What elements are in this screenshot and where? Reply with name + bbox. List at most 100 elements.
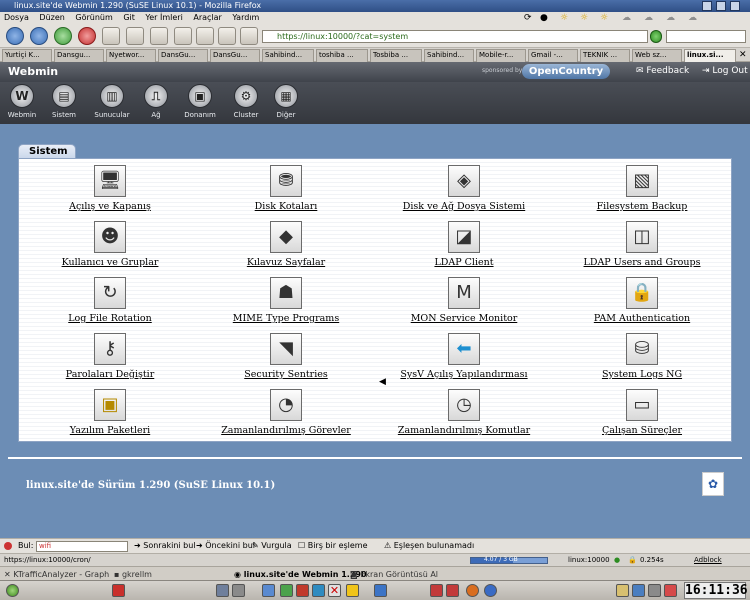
- adblock-button[interactable]: Adblock: [694, 554, 722, 566]
- module-label[interactable]: Açılış ve Kapanış: [69, 201, 151, 212]
- volume-icon[interactable]: [648, 584, 661, 597]
- find-next-button[interactable]: ➜ Sonrakini bul: [134, 539, 196, 553]
- module-label[interactable]: Disk Kotaları: [255, 201, 318, 212]
- category-others[interactable]: ▦ Diğer: [266, 84, 306, 119]
- module-label[interactable]: MIME Type Programs: [233, 313, 339, 324]
- match-case-checkbox[interactable]: ☐ Birş bir eşleme: [298, 539, 368, 553]
- module-label[interactable]: System Logs NG: [602, 369, 682, 380]
- printer-icon[interactable]: [216, 584, 229, 597]
- module-label[interactable]: Kullanıcı ve Gruplar: [62, 257, 159, 268]
- module-pam-auth[interactable]: 🔒 PAM Authentication: [557, 277, 727, 324]
- firefox-launcher-icon[interactable]: [466, 584, 479, 597]
- module-label[interactable]: PAM Authentication: [594, 313, 690, 324]
- weather-cloud-icon-3[interactable]: ☁: [666, 12, 675, 24]
- menu-help[interactable]: Yardım: [232, 13, 259, 22]
- tab-3[interactable]: Nyetwor...: [106, 49, 156, 62]
- desktop-2-icon[interactable]: [446, 584, 459, 597]
- x-close-icon[interactable]: ✕: [328, 584, 341, 597]
- tools-button[interactable]: [218, 27, 236, 45]
- module-running-processes[interactable]: ▭ Çalışan Süreçler: [557, 389, 727, 436]
- back-button[interactable]: [6, 27, 24, 45]
- module-label[interactable]: Yazılım Paketleri: [70, 425, 150, 436]
- maximize-button[interactable]: [716, 1, 726, 11]
- menu-view[interactable]: Görünüm: [75, 13, 112, 22]
- module-ldap-users[interactable]: ◫ LDAP Users and Groups: [557, 221, 727, 268]
- module-label[interactable]: Kılavuz Sayfalar: [247, 257, 325, 268]
- category-system[interactable]: ▤ Sistem: [44, 84, 84, 119]
- tab-2[interactable]: Dansgu...: [54, 49, 104, 62]
- update-icon[interactable]: [664, 584, 677, 597]
- tab-9[interactable]: Sahibind...: [424, 49, 474, 62]
- terminal-icon[interactable]: [374, 584, 387, 597]
- weather-sun-icon-3[interactable]: ☼: [600, 12, 608, 24]
- module-label[interactable]: SysV Açılış Yapılandırması: [400, 369, 527, 380]
- taskbar-list-icon[interactable]: [262, 584, 275, 597]
- tab-11[interactable]: Gmail -...: [528, 49, 578, 62]
- module-man-pages[interactable]: ◆ Kılavuz Sayfalar: [201, 221, 371, 268]
- category-network[interactable]: ⎍ Ağ: [136, 84, 176, 119]
- module-mon-monitor[interactable]: M MON Service Monitor: [379, 277, 549, 324]
- task-gkrellm[interactable]: ▪ gkrellm: [110, 568, 152, 580]
- category-cluster[interactable]: ⚙ Cluster: [226, 84, 266, 119]
- tab-7[interactable]: toshiba ...: [316, 49, 368, 62]
- go-button[interactable]: [650, 30, 662, 43]
- weather-cloud-icon-2[interactable]: ☁: [644, 12, 653, 24]
- stop-button[interactable]: [78, 27, 96, 45]
- module-label[interactable]: Çalışan Süreçler: [602, 425, 682, 436]
- minimize-button[interactable]: [702, 1, 712, 11]
- tab-13[interactable]: Web sz...: [632, 49, 682, 62]
- task-ktraffic[interactable]: ✕ KTrafficAnalyzer - Graph: [0, 568, 109, 580]
- module-label[interactable]: Security Sentries: [244, 369, 328, 380]
- close-tab-icon[interactable]: ✕: [739, 50, 747, 60]
- module-mime-types[interactable]: ☗ MIME Type Programs: [201, 277, 371, 324]
- print-button[interactable]: [174, 27, 192, 45]
- feedback-link[interactable]: ✉ Feedback: [636, 66, 689, 76]
- module-label[interactable]: Log File Rotation: [68, 313, 152, 324]
- reload-button[interactable]: [54, 27, 72, 45]
- mail-button[interactable]: [196, 27, 214, 45]
- opencountry-logo[interactable]: OpenCountry: [522, 64, 610, 79]
- module-label[interactable]: LDAP Client: [434, 257, 493, 268]
- task-screenshot[interactable]: ◙ Ekran Görüntüsü Al: [346, 568, 438, 580]
- weather-cloud-icon-4[interactable]: ☁: [688, 12, 697, 24]
- module-bootup[interactable]: 🖥 Açılış ve Kapanış: [25, 165, 195, 212]
- thunderbird-icon[interactable]: [484, 584, 497, 597]
- menu-go[interactable]: Git: [123, 13, 135, 22]
- module-security-sentries[interactable]: ◥ Security Sentries: [201, 333, 371, 380]
- edit-button[interactable]: [240, 27, 258, 45]
- find-previous-button[interactable]: ➜ Öncekini bul: [196, 539, 255, 553]
- tab-10[interactable]: Mobile-r...: [476, 49, 526, 62]
- clipboard-icon[interactable]: [616, 584, 629, 597]
- calendar-icon[interactable]: [280, 584, 293, 597]
- close-find-icon[interactable]: [4, 542, 12, 550]
- category-webmin[interactable]: W Webmin: [2, 84, 42, 119]
- media-icon[interactable]: [296, 584, 309, 597]
- extensions-button[interactable]: [150, 27, 168, 45]
- category-hardware[interactable]: ▣ Donanım: [180, 84, 220, 119]
- logout-link[interactable]: ⇥ Log Out: [702, 66, 748, 76]
- module-label[interactable]: LDAP Users and Groups: [584, 257, 701, 268]
- module-sysv-init[interactable]: ⬅ SysV Açılış Yapılandırması: [379, 333, 549, 380]
- desktop-1-icon[interactable]: [430, 584, 443, 597]
- tab-5[interactable]: DansGu...: [210, 49, 260, 62]
- tab-12[interactable]: TEKNIK ...: [580, 49, 630, 62]
- menu-bookmarks[interactable]: Yer İmleri: [145, 13, 182, 22]
- find-input[interactable]: wifi: [36, 541, 128, 552]
- tab-8[interactable]: Tosbiba ...: [370, 49, 422, 62]
- pidgin-icon[interactable]: [346, 584, 359, 597]
- module-system-logs-ng[interactable]: ⛁ System Logs NG: [557, 333, 727, 380]
- module-label[interactable]: MON Service Monitor: [411, 313, 518, 324]
- module-scheduled-cron[interactable]: ◔ Zamanlandırılmış Görevler: [201, 389, 371, 436]
- module-disk-quotas[interactable]: ⛃ Disk Kotaları: [201, 165, 371, 212]
- module-label[interactable]: Disk ve Ağ Dosya Sistemi: [403, 201, 525, 212]
- module-log-rotation[interactable]: ↻ Log File Rotation: [25, 277, 195, 324]
- highlight-button[interactable]: ✎ Vurgula: [252, 539, 292, 553]
- menu-edit[interactable]: Düzen: [39, 13, 64, 22]
- tab-4[interactable]: DansGu...: [158, 49, 208, 62]
- tab-6[interactable]: Sahibind...: [262, 49, 314, 62]
- close-window-button[interactable]: [730, 1, 740, 11]
- url-bar[interactable]: https://linux:10000/?cat=system: [262, 30, 648, 43]
- module-label[interactable]: Filesystem Backup: [597, 201, 688, 212]
- weather-sun-icon-2[interactable]: ☼: [580, 12, 588, 24]
- module-filesystems[interactable]: ◈ Disk ve Ağ Dosya Sistemi: [379, 165, 549, 212]
